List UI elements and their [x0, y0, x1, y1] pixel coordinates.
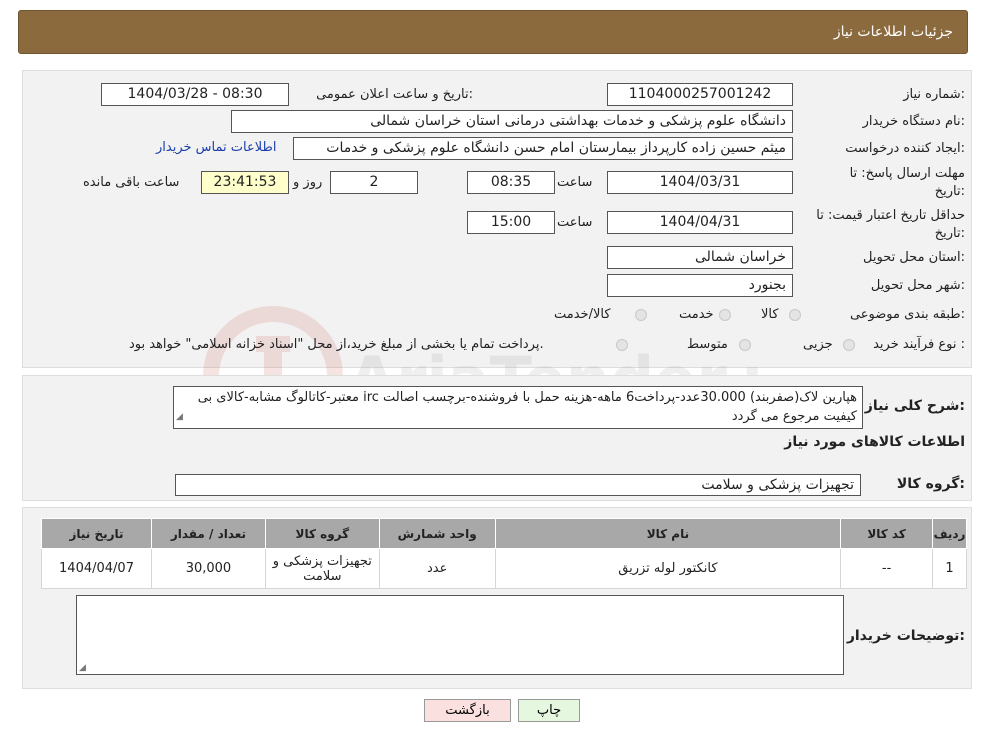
- cell-unit: عدد: [378, 548, 496, 589]
- process-option-minor: جزیی: [803, 337, 833, 352]
- goods-group-label: گروه کالا:: [896, 476, 965, 492]
- buyer-org-label: نام دستگاه خریدار:: [862, 114, 965, 129]
- reply-time-field: 08:35: [467, 171, 555, 194]
- announce-datetime-field: 1404/03/28 - 08:30: [101, 83, 289, 106]
- col-header-name: نام کالا: [494, 518, 842, 549]
- process-radio-minor[interactable]: [843, 339, 855, 351]
- back-button[interactable]: بازگشت: [424, 699, 511, 722]
- validity-label: حداقل تاریخ اعتبار قیمت: تا: [816, 208, 965, 223]
- validity-label-2: تاریخ:: [934, 226, 965, 241]
- remaining-days-field: 2: [330, 171, 418, 194]
- cell-quantity: 30,000: [151, 548, 266, 589]
- validity-time-field: 15:00: [467, 211, 555, 234]
- city-label: شهر محل تحویل:: [870, 278, 965, 293]
- buyer-contact-link[interactable]: اطلاعات تماس خریدار: [156, 140, 276, 155]
- col-header-code: کد کالا: [840, 518, 934, 549]
- goods-group-field: تجهیزات پزشکی و سلامت: [175, 474, 861, 496]
- category-option-goods: کالا: [761, 307, 779, 322]
- category-radio-goods[interactable]: [789, 309, 801, 321]
- resize-grip-icon[interactable]: ◢: [79, 663, 86, 673]
- description-label: شرح کلی نیاز:: [864, 398, 965, 414]
- col-header-row: ردیف: [932, 518, 967, 549]
- items-table-header: ردیف کد کالا نام کالا واحد شمارش گروه کا…: [41, 518, 967, 549]
- print-button[interactable]: چاپ: [518, 699, 580, 722]
- remaining-time-field: 23:41:53: [201, 171, 289, 194]
- cell-group: تجهیزات پزشکی و سلامت: [264, 548, 380, 589]
- cell-row: 1: [932, 548, 967, 589]
- buyer-notes-label: توضیحات خریدار:: [846, 628, 965, 644]
- buyer-notes-field[interactable]: ◢: [76, 595, 844, 675]
- need-info-panel: AriaTender.neT شماره نیاز: 1104000257001…: [22, 70, 972, 446]
- reply-deadline-label-2: تاریخ:: [934, 184, 965, 199]
- requester-field: میثم حسین زاده کارپرداز بیمارستان امام ح…: [293, 137, 793, 160]
- page-title: جزئیات اطلاعات نیاز: [833, 24, 953, 40]
- reply-time-label: ساعت: [557, 175, 593, 190]
- cell-code: --: [840, 548, 934, 589]
- table-row: 1 -- کانکتور لوله تزریق عدد تجهیزات پزشک…: [41, 548, 967, 589]
- cell-date: 1404/04/07: [41, 548, 152, 589]
- need-number-field: 1104000257001242: [607, 83, 793, 106]
- items-panel: ردیف کد کالا نام کالا واحد شمارش گروه کا…: [22, 507, 972, 689]
- announce-label: تاریخ و ساعت اعلان عمومی:: [316, 87, 473, 102]
- process-radio-medium[interactable]: [739, 339, 751, 351]
- province-label: استان محل تحویل:: [863, 250, 965, 265]
- requester-label: ایجاد کننده درخواست:: [845, 141, 965, 156]
- reply-deadline-label: مهلت ارسال پاسخ: تا: [849, 166, 965, 181]
- goods-info-title: اطلاعات کالاهای مورد نیاز: [784, 434, 965, 450]
- buyer-org-field: دانشگاه علوم پزشکی و خدمات بهداشتی درمان…: [231, 110, 793, 133]
- process-option-medium: متوسط: [687, 337, 728, 352]
- col-header-quantity: تعداد / مقدار: [151, 518, 266, 549]
- days-label: روز و: [293, 175, 323, 190]
- validity-date-field: 1404/04/31: [607, 211, 793, 234]
- description-field[interactable]: هپارین لاک(صفربند) 30.000عدد-پرداخت6 ماه…: [173, 386, 863, 429]
- category-radio-goods-service[interactable]: [635, 309, 647, 321]
- category-option-service: خدمت: [679, 307, 714, 322]
- remaining-label: ساعت باقی مانده: [83, 175, 180, 190]
- category-radio-service[interactable]: [719, 309, 731, 321]
- category-label: طبقه بندی موضوعی:: [849, 307, 965, 322]
- process-label: نوع فرآیند خرید :: [873, 337, 965, 352]
- need-number-label: شماره نیاز:: [903, 87, 965, 102]
- validity-time-label: ساعت: [557, 215, 593, 230]
- treasury-checkbox[interactable]: [616, 339, 628, 351]
- description-text: هپارین لاک(صفربند) 30.000عدد-پرداخت6 ماه…: [197, 390, 857, 424]
- cell-name: کانکتور لوله تزریق: [494, 548, 842, 589]
- description-panel: شرح کلی نیاز: هپارین لاک(صفربند) 30.000ع…: [22, 375, 972, 501]
- reply-date-field: 1404/03/31: [607, 171, 793, 194]
- process-note: پرداخت تمام یا بخشی از مبلغ خرید،از محل …: [129, 337, 544, 352]
- province-field: خراسان شمالی: [607, 246, 793, 269]
- items-table: ردیف کد کالا نام کالا واحد شمارش گروه کا…: [41, 518, 967, 589]
- col-header-date: تاریخ نیاز: [41, 518, 152, 549]
- city-field: بجنورد: [607, 274, 793, 297]
- resize-grip-icon[interactable]: ◢: [176, 408, 183, 427]
- page-header: جزئیات اطلاعات نیاز: [18, 10, 968, 54]
- col-header-group: گروه کالا: [264, 518, 380, 549]
- col-header-unit: واحد شمارش: [378, 518, 496, 549]
- category-option-goods-service: کالا/خدمت: [554, 307, 611, 322]
